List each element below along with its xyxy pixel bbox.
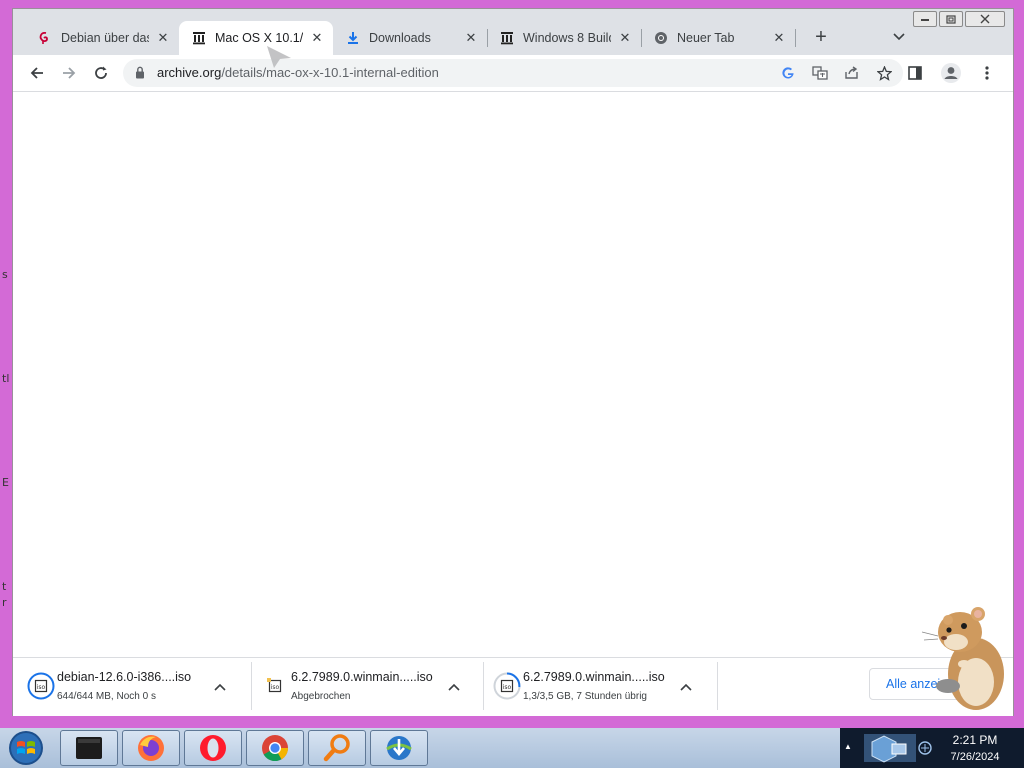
show-hidden-icons-icon[interactable]: ▲ bbox=[844, 742, 852, 751]
new-tab-button[interactable]: + bbox=[809, 25, 833, 49]
browser-window: Debian über das ✕ Mac OS X 10.1/S ✕ Down… bbox=[12, 8, 1014, 716]
reload-icon bbox=[95, 66, 107, 79]
hamster-desktop-pet-icon bbox=[921, 607, 1004, 710]
svg-text:iso: iso bbox=[37, 684, 46, 691]
tab-title: Downloads bbox=[369, 31, 431, 45]
terminal-icon bbox=[76, 737, 102, 759]
window-controls bbox=[913, 11, 1005, 27]
tab-close-icon[interactable]: ✕ bbox=[617, 30, 633, 46]
network-tray-icon[interactable] bbox=[918, 741, 932, 755]
maximize-button[interactable] bbox=[939, 11, 963, 27]
url-path: /details/mac-ox-x-10.1-internal-edition bbox=[221, 65, 439, 80]
share-icon[interactable] bbox=[841, 63, 863, 83]
tab-search-chevron-icon[interactable] bbox=[887, 25, 911, 49]
tab-debian[interactable]: Debian über das ✕ bbox=[25, 21, 179, 55]
tab-separator bbox=[795, 29, 796, 47]
svg-text:iso: iso bbox=[271, 684, 280, 691]
arrow-right-icon bbox=[63, 67, 76, 79]
desktop-glyph: t bbox=[2, 580, 7, 593]
close-window-button[interactable] bbox=[965, 11, 1005, 27]
opera-icon bbox=[200, 735, 226, 761]
download-item[interactable]: iso 6.2.7989.0.winmain.....iso Abgebroch… bbox=[251, 662, 477, 712]
chevron-up-icon[interactable] bbox=[445, 678, 463, 696]
desktop-glyph: s bbox=[2, 268, 8, 281]
clock-time[interactable]: 2:21 PM bbox=[936, 733, 1014, 747]
taskbar-app-chrome[interactable] bbox=[246, 730, 304, 766]
chrome-icon bbox=[262, 735, 289, 762]
download-filename: debian-12.6.0-i386....iso bbox=[57, 670, 192, 684]
iso-file-icon: iso bbox=[27, 672, 55, 700]
profile-avatar-icon[interactable] bbox=[937, 59, 965, 87]
download-item[interactable]: iso 6.2.7989.0.winmain.....iso 1,3/3,5 G… bbox=[483, 662, 709, 712]
download-filename: 6.2.7989.0.winmain.....iso bbox=[523, 670, 665, 684]
download-arrow-icon bbox=[345, 30, 361, 46]
download-item[interactable]: iso debian-12.6.0-i386....iso 644/644 MB… bbox=[17, 662, 243, 712]
lock-icon[interactable] bbox=[135, 66, 145, 84]
forward-button[interactable] bbox=[55, 59, 83, 87]
mouse-cursor-icon bbox=[267, 46, 291, 68]
taskbar-app-download-manager[interactable] bbox=[370, 730, 428, 766]
download-bar: iso debian-12.6.0-i386....iso 644/644 MB… bbox=[13, 657, 1013, 716]
chevron-up-icon[interactable] bbox=[677, 678, 695, 696]
internet-download-manager-icon bbox=[386, 736, 412, 760]
minimize-button[interactable] bbox=[913, 11, 937, 27]
iso-file-icon: iso bbox=[493, 672, 521, 700]
windows-start-button[interactable] bbox=[6, 729, 46, 767]
firefox-icon bbox=[138, 735, 164, 761]
google-lens-icon[interactable] bbox=[777, 63, 799, 83]
search-magnifier-icon bbox=[323, 734, 350, 762]
tab-mac-os-x[interactable]: Mac OS X 10.1/S ✕ bbox=[179, 21, 333, 55]
tab-close-icon[interactable]: ✕ bbox=[771, 30, 787, 46]
taskbar-app-firefox[interactable] bbox=[122, 730, 180, 766]
back-button[interactable] bbox=[23, 59, 51, 87]
tab-windows-8-build[interactable]: Windows 8 Build ✕ bbox=[487, 21, 641, 55]
download-filename: 6.2.7989.0.winmain.....iso bbox=[291, 670, 433, 684]
chrome-icon bbox=[653, 30, 669, 46]
arrow-left-icon bbox=[30, 67, 43, 79]
desktop-glyph: E bbox=[2, 476, 9, 489]
bookmark-star-icon[interactable] bbox=[873, 63, 895, 83]
tab-close-icon[interactable]: ✕ bbox=[155, 30, 171, 46]
kebab-menu-icon[interactable] bbox=[973, 59, 1001, 87]
virtualbox-tray-icon[interactable] bbox=[862, 732, 918, 764]
download-status: Abgebrochen bbox=[291, 691, 351, 702]
iso-file-icon: iso bbox=[261, 672, 289, 700]
reload-button[interactable] bbox=[87, 59, 115, 87]
tab-title: Neuer Tab bbox=[677, 31, 735, 45]
tab-downloads[interactable]: Downloads ✕ bbox=[333, 21, 487, 55]
svg-text:iso: iso bbox=[503, 684, 512, 691]
url-host: archive.org bbox=[157, 65, 222, 80]
download-status: 644/644 MB, Noch 0 s bbox=[57, 691, 156, 702]
debian-swirl-icon bbox=[37, 30, 53, 46]
chevron-up-icon[interactable] bbox=[211, 678, 229, 696]
url-text: archive.org/details/mac-ox-x-10.1-intern… bbox=[157, 65, 439, 80]
archive-org-icon bbox=[191, 30, 207, 46]
archive-org-icon bbox=[499, 30, 515, 46]
download-status: 1,3/3,5 GB, 7 Stunden übrig bbox=[523, 691, 647, 702]
tab-title: Windows 8 Build bbox=[523, 31, 611, 45]
taskbar-app-search[interactable] bbox=[308, 730, 366, 766]
tab-title: Mac OS X 10.1/S bbox=[215, 31, 303, 45]
tab-strip: Debian über das ✕ Mac OS X 10.1/S ✕ Down… bbox=[13, 9, 1013, 55]
taskbar-app-terminal[interactable] bbox=[60, 730, 118, 766]
tab-close-icon[interactable]: ✕ bbox=[463, 30, 479, 46]
side-panel-icon[interactable] bbox=[901, 59, 929, 87]
desktop-glyph: tl bbox=[2, 372, 10, 385]
page-content[interactable] bbox=[13, 91, 1013, 658]
tab-neuer-tab[interactable]: Neuer Tab ✕ bbox=[641, 21, 795, 55]
address-bar[interactable]: archive.org/details/mac-ox-x-10.1-intern… bbox=[123, 59, 903, 87]
download-separator bbox=[717, 662, 718, 710]
tab-close-icon[interactable]: ✕ bbox=[309, 30, 325, 46]
desktop-glyph: r bbox=[2, 596, 7, 609]
translate-icon[interactable] bbox=[809, 63, 831, 83]
tab-title: Debian über das bbox=[61, 31, 149, 45]
taskbar-app-opera[interactable] bbox=[184, 730, 242, 766]
clock-date[interactable]: 7/26/2024 bbox=[936, 751, 1014, 763]
